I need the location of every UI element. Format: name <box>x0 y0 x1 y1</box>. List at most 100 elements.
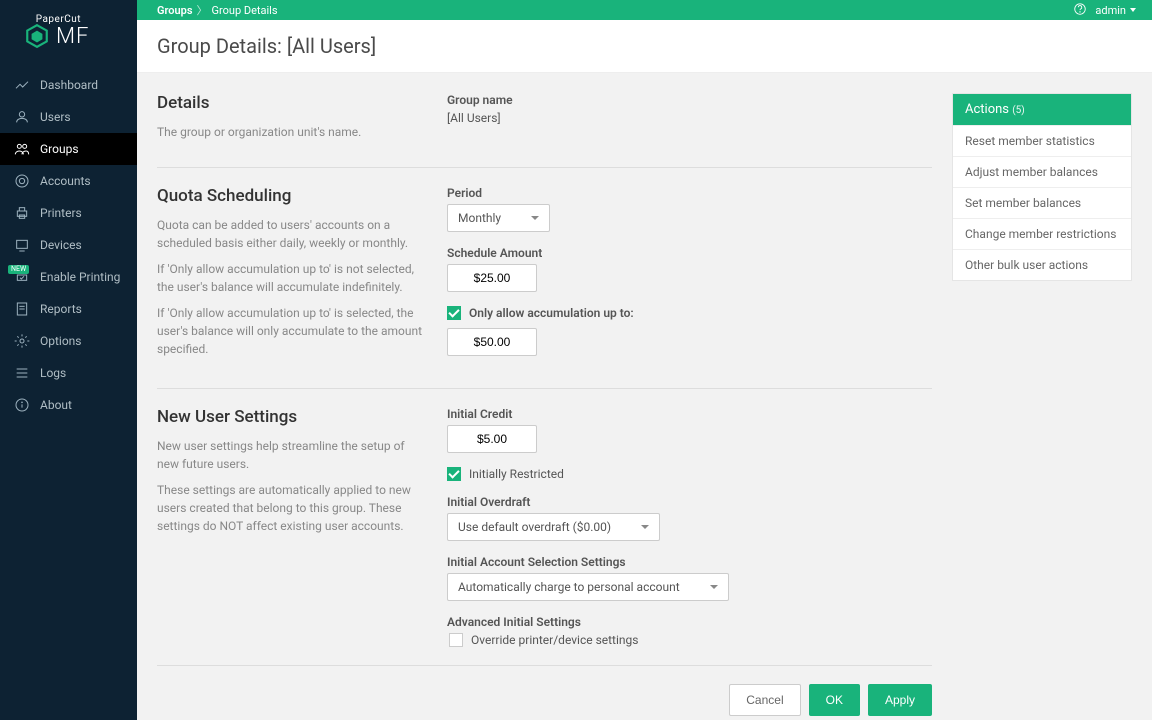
footer-buttons: Cancel OK Apply <box>157 666 932 720</box>
action-change-restrictions[interactable]: Change member restrictions <box>953 218 1131 249</box>
nav-list: Dashboard Users Groups Accounts Printers… <box>0 69 137 421</box>
nav-enable-printing[interactable]: NEW Enable Printing <box>0 261 137 293</box>
quota-desc-2: If 'Only allow accumulation up to' is no… <box>157 260 427 296</box>
nav-label: Groups <box>40 142 79 156</box>
action-other-bulk[interactable]: Other bulk user actions <box>953 249 1131 280</box>
logs-icon <box>14 365 30 381</box>
initial-account-value: Automatically charge to personal account <box>458 580 680 594</box>
actions-count: (5) <box>1012 105 1025 116</box>
nav-reports[interactable]: Reports <box>0 293 137 325</box>
logo-icon <box>24 23 50 49</box>
details-heading: Details <box>157 93 427 113</box>
user-label: admin <box>1095 4 1126 17</box>
user-menu[interactable]: admin <box>1095 4 1136 17</box>
accumulation-checkbox[interactable] <box>447 306 461 320</box>
nav-label: Dashboard <box>40 78 98 92</box>
groups-icon <box>14 141 30 157</box>
nav-label: Accounts <box>40 174 91 188</box>
nav-logs[interactable]: Logs <box>0 357 137 389</box>
ok-button[interactable]: OK <box>809 684 860 716</box>
initial-credit-label: Initial Credit <box>447 407 932 421</box>
initial-overdraft-label: Initial Overdraft <box>447 495 932 509</box>
newuser-desc-1: New user settings help streamline the se… <box>157 437 427 473</box>
period-label: Period <box>447 186 932 200</box>
initially-restricted-label: Initially Restricted <box>469 467 564 481</box>
actions-title: Actions <box>965 102 1009 117</box>
nav-groups[interactable]: Groups <box>0 133 137 165</box>
nav-label: Printers <box>40 206 82 220</box>
chevron-down-icon <box>531 216 539 220</box>
brand-logo: PaperCut MF <box>0 0 137 59</box>
advanced-label: Advanced Initial Settings <box>447 615 932 629</box>
accounts-icon <box>14 173 30 189</box>
chevron-down-icon <box>641 525 649 529</box>
cancel-button[interactable]: Cancel <box>729 684 800 716</box>
newuser-heading: New User Settings <box>157 407 427 427</box>
nav-label: Enable Printing <box>40 270 120 284</box>
nav-label: Options <box>40 334 82 348</box>
period-value: Monthly <box>458 211 501 225</box>
section-quota: Quota Scheduling Quota can be added to u… <box>157 168 932 389</box>
nav-printers[interactable]: Printers <box>0 197 137 229</box>
schedule-amount-input[interactable] <box>447 264 537 292</box>
printer-icon <box>14 205 30 221</box>
group-name-value: [All Users] <box>447 111 501 125</box>
nav-label: Reports <box>40 302 82 316</box>
sidebar: PaperCut MF Dashboard Users Groups Accou… <box>0 0 137 720</box>
action-adjust-balances[interactable]: Adjust member balances <box>953 156 1131 187</box>
quota-desc-3: If 'Only allow accumulation up to' is se… <box>157 304 427 358</box>
accumulation-label: Only allow accumulation up to: <box>469 306 634 320</box>
initial-account-select[interactable]: Automatically charge to personal account <box>447 573 729 601</box>
content: Details The group or organization unit's… <box>137 73 952 720</box>
devices-icon <box>14 237 30 253</box>
initial-credit-input[interactable] <box>447 425 537 453</box>
nav-options[interactable]: Options <box>0 325 137 357</box>
section-details: Details The group or organization unit's… <box>157 93 932 168</box>
nav-label: About <box>40 398 72 412</box>
nav-label: Logs <box>40 366 66 380</box>
action-reset-stats[interactable]: Reset member statistics <box>953 125 1131 156</box>
info-icon <box>14 397 30 413</box>
newuser-desc-2: These settings are automatically applied… <box>157 481 427 535</box>
new-badge: NEW <box>8 265 29 274</box>
initial-overdraft-select[interactable]: Use default overdraft ($0.00) <box>447 513 660 541</box>
content-wrap: Details The group or organization unit's… <box>137 73 1152 720</box>
details-desc: The group or organization unit's name. <box>157 123 427 141</box>
initially-restricted-checkbox[interactable] <box>447 467 461 481</box>
schedule-amount-label: Schedule Amount <box>447 246 932 260</box>
actions-panel: Actions (5) Reset member statistics Adju… <box>952 93 1132 281</box>
breadcrumb-root[interactable]: Groups <box>157 4 193 17</box>
chevron-down-icon <box>1130 8 1136 12</box>
nav-dashboard[interactable]: Dashboard <box>0 69 137 101</box>
nav-about[interactable]: About <box>0 389 137 421</box>
gear-icon <box>14 333 30 349</box>
accumulation-amount-input[interactable] <box>447 328 537 356</box>
override-label: Override printer/device settings <box>471 633 638 647</box>
initial-account-label: Initial Account Selection Settings <box>447 555 932 569</box>
period-select[interactable]: Monthly <box>447 204 550 232</box>
override-checkbox[interactable] <box>449 633 463 647</box>
main: Groups 〉 Group Details admin Group Detai… <box>137 0 1152 720</box>
brand-sub-text: MF <box>56 24 89 49</box>
nav-devices[interactable]: Devices <box>0 229 137 261</box>
initial-overdraft-value: Use default overdraft ($0.00) <box>458 520 611 534</box>
reports-icon <box>14 301 30 317</box>
nav-accounts[interactable]: Accounts <box>0 165 137 197</box>
topbar: Groups 〉 Group Details admin <box>137 0 1152 20</box>
chevron-down-icon <box>710 585 718 589</box>
breadcrumb-separator: 〉 <box>197 2 208 18</box>
help-icon[interactable] <box>1073 2 1087 19</box>
apply-button[interactable]: Apply <box>868 684 932 716</box>
breadcrumb-current: Group Details <box>212 4 278 17</box>
topbar-right: admin <box>1073 2 1136 19</box>
nav-label: Devices <box>40 238 82 252</box>
group-name-label: Group name <box>447 93 932 107</box>
actions-header: Actions (5) <box>953 94 1131 125</box>
breadcrumb: Groups 〉 Group Details <box>157 2 278 18</box>
right-panel: Actions (5) Reset member statistics Adju… <box>952 73 1152 720</box>
nav-label: Users <box>40 110 71 124</box>
nav-users[interactable]: Users <box>0 101 137 133</box>
quota-desc-1: Quota can be added to users' accounts on… <box>157 216 427 252</box>
quota-heading: Quota Scheduling <box>157 186 427 206</box>
action-set-balances[interactable]: Set member balances <box>953 187 1131 218</box>
